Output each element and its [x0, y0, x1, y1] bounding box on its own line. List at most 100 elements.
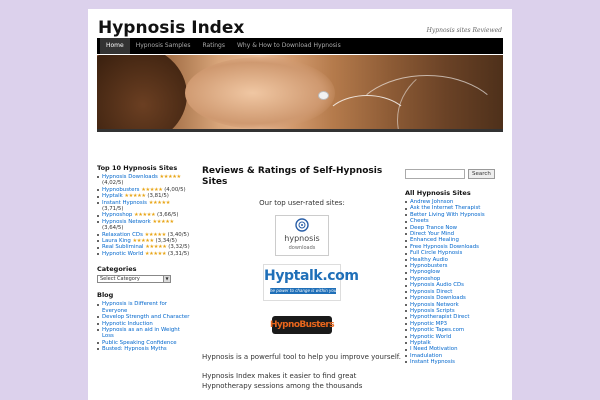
site-link[interactable]: Hypnosis Audio CDs	[410, 282, 464, 288]
rating-stars-icon: ★★★★★	[145, 244, 167, 251]
top10-link[interactable]: Laura King	[102, 238, 131, 244]
top10-list: Hypnosis Downloads ★★★★★ (4,02/5) Hypnobu…	[97, 174, 192, 257]
site-link[interactable]: Hypnoglow	[410, 269, 440, 275]
site-link[interactable]: Enhanced Healing	[410, 237, 459, 243]
rating-value: (3,31/5)	[167, 250, 190, 257]
site-link[interactable]: Hypnotic World	[410, 334, 451, 340]
rating-value: (3,40/5)	[167, 231, 190, 238]
hd-logo-line1: hypnosis	[284, 234, 320, 243]
site-link[interactable]: Deep Trance Now	[410, 225, 457, 231]
top10-link[interactable]: Hypnobusters	[102, 187, 139, 193]
top10-link[interactable]: Real Subliminal	[102, 244, 144, 250]
hd-logo-line2: downloads	[288, 245, 316, 251]
main-content: Reviews & Ratings of Self-Hypnosis Sites…	[202, 164, 402, 391]
site-link[interactable]: Hypnotic MP3	[410, 321, 447, 327]
blog-post-link[interactable]: Develop Strength and Character	[102, 314, 189, 320]
blog-title: Blog	[97, 291, 114, 300]
top10-link[interactable]: Instant Hypnosis	[102, 200, 147, 206]
top10-item: Hypnotic World ★★★★★ (3,31/5)	[97, 251, 192, 257]
rating-value: (3,66/5)	[157, 212, 179, 219]
site-tagline: Hypnosis sites Reviewed	[426, 27, 502, 34]
top10-link[interactable]: Hypnoshop	[102, 212, 132, 218]
site-link[interactable]: Imadulation	[410, 353, 442, 359]
rating-stars-icon: ★★★★★	[132, 238, 155, 245]
top10-link[interactable]: Relaxation CDs	[102, 232, 143, 238]
blog-post-link[interactable]: Hypnosis is Different for Everyone	[102, 301, 167, 313]
rating-stars-icon: ★★★★★	[148, 199, 171, 206]
site-list-item: Instant Hypnosis	[405, 359, 501, 365]
site-link[interactable]: Better Living With Hypnosis	[410, 212, 485, 218]
hyptalk-logo[interactable]: Hyptalk.com The power to change is withi…	[263, 264, 359, 301]
nav-why-how-download[interactable]: Why & How to Download Hypnosis	[231, 38, 347, 54]
hyptalk-logo-tagline: The power to change is within you	[267, 287, 337, 293]
site-link[interactable]: Full Circle Hypnosis	[410, 250, 462, 256]
blog-post-link[interactable]: Hypnotic Induction	[102, 321, 153, 327]
hypnobusters-logo[interactable]: HypnoBusters	[268, 308, 336, 343]
chevron-down-icon: ▼	[163, 276, 170, 283]
site-link[interactable]: Hypnosis Scripts	[410, 308, 455, 314]
blog-list: Hypnosis is Different for Everyone Develo…	[97, 301, 192, 352]
earbud-icon	[318, 91, 329, 100]
paragraph-1: Hypnosis is a powerful tool to help you …	[202, 353, 401, 361]
site-link[interactable]: Ask the Internet Therapist	[410, 205, 480, 211]
rating-value: (4,00/5)	[164, 186, 186, 193]
site-link[interactable]: Hypnotherapist Direct	[410, 314, 469, 320]
nav-home[interactable]: Home	[100, 38, 130, 54]
site-link[interactable]: Hypnosis Downloads	[410, 295, 466, 301]
top10-link[interactable]: Hypnosis Downloads	[102, 174, 158, 180]
blog-post-link[interactable]: Hypnosis as an aid in Weight Loss	[102, 327, 180, 339]
rating-value: (3,34/5)	[155, 238, 177, 245]
top10-item: Hypnosis Downloads ★★★★★ (4,02/5)	[97, 174, 192, 187]
site-link[interactable]: Free Hypnosis Downloads	[410, 244, 479, 250]
site-link[interactable]: Direct Your Mind	[410, 231, 454, 237]
blog-item: Busted: Hypnosis Myths	[97, 346, 192, 352]
left-sidebar: Top 10 Hypnosis Sites Hypnosis Downloads…	[97, 164, 192, 353]
rating-value: (3,81/5)	[147, 193, 169, 200]
site-link[interactable]: Hypnoshop	[410, 276, 440, 282]
hb-logo-text: HypnoBusters	[269, 320, 335, 330]
site-link[interactable]: Cheets	[410, 218, 429, 224]
hyptalk-logo-text: Hyptalk.com	[264, 268, 359, 284]
site-title[interactable]: Hypnosis Index	[98, 18, 244, 38]
header-image	[97, 55, 503, 132]
top10-item: Hypnosis Network ★★★★★ (3,64/5)	[97, 219, 192, 232]
search-button[interactable]: Search	[468, 169, 495, 179]
site-link[interactable]: Hyptalk	[410, 340, 431, 346]
site-link[interactable]: Andrew Johnson	[410, 199, 453, 205]
categories-select-value: Select Category	[100, 276, 140, 283]
site-link[interactable]: Hypnosis Network	[410, 302, 459, 308]
blog-item: Hypnosis as an aid in Weight Loss	[97, 327, 192, 340]
site-link[interactable]: Hypnosis Direct	[410, 289, 452, 295]
rating-stars-icon: ★★★★★	[159, 174, 182, 180]
rating-value: (4,02/5)	[102, 180, 124, 187]
page-wrapper: Hypnosis Index Hypnosis sites Reviewed H…	[88, 9, 512, 400]
hypnosis-downloads-logo[interactable]: hypnosis downloads	[275, 215, 329, 256]
blog-item: Hypnosis is Different for Everyone	[97, 301, 192, 314]
top10-link[interactable]: Hypnotic World	[102, 251, 143, 257]
site-link[interactable]: I Need Motivation	[410, 346, 457, 352]
search-form: Search	[405, 169, 501, 179]
rating-stars-icon: ★★★★★	[134, 212, 156, 219]
rating-value: (3,71/5)	[102, 206, 124, 213]
categories-title: Categories	[97, 265, 137, 274]
search-input[interactable]	[405, 169, 465, 179]
nav-ratings[interactable]: Ratings	[197, 38, 231, 54]
paragraph-2: Hypnosis Index makes it easier to find g…	[202, 372, 363, 390]
right-sidebar: Search All Hypnosis Sites Andrew Johnson…	[405, 169, 501, 366]
site-link[interactable]: Instant Hypnosis	[410, 359, 455, 365]
top10-link[interactable]: Hyptalk	[102, 193, 123, 199]
categories-select[interactable]: Select Category ▼	[97, 275, 171, 284]
top10-link[interactable]: Hypnosis Network	[102, 219, 151, 225]
site-link[interactable]: Hypnobusters	[410, 263, 447, 269]
main-nav: Home Hypnosis Samples Ratings Why & How …	[97, 38, 503, 54]
rating-stars-icon: ★★★★★	[144, 231, 167, 238]
nav-hypnosis-samples[interactable]: Hypnosis Samples	[130, 38, 197, 54]
site-link[interactable]: Healthy Audio	[410, 257, 448, 263]
blog-post-link[interactable]: Public Speaking Confidence	[102, 340, 177, 346]
site-link[interactable]: Hypnotic Tapes.com	[410, 327, 464, 333]
rating-value: (3,32/5)	[168, 244, 190, 251]
rating-stars-icon: ★★★★★	[141, 186, 163, 193]
rating-stars-icon: ★★★★★	[144, 250, 167, 257]
rating-value: (3,64/5)	[102, 225, 124, 232]
blog-post-link[interactable]: Busted: Hypnosis Myths	[102, 346, 167, 352]
